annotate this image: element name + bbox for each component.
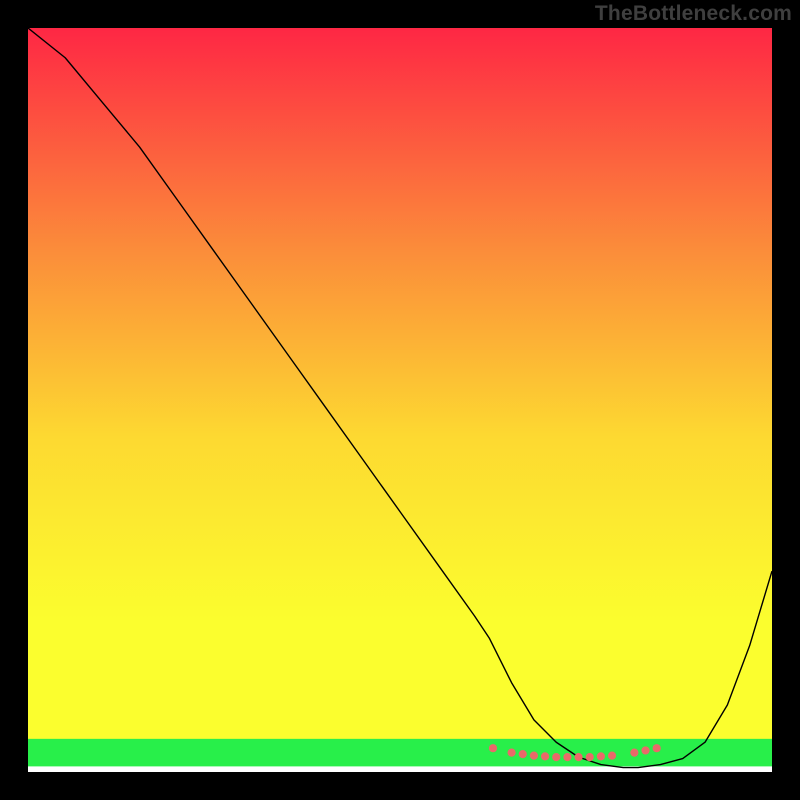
marker-point [489, 744, 497, 752]
watermark-text: TheBottleneck.com [595, 2, 792, 26]
chart-svg [28, 28, 772, 772]
chart-container: TheBottleneck.com [0, 0, 800, 800]
plot-area [28, 28, 772, 772]
marker-point [508, 749, 516, 757]
marker-point [653, 744, 661, 752]
marker-point [630, 749, 638, 757]
marker-point [586, 753, 594, 761]
marker-point [552, 753, 560, 761]
marker-point [541, 752, 549, 760]
marker-point [563, 753, 571, 761]
marker-point [574, 753, 582, 761]
marker-point [597, 752, 605, 760]
marker-point [519, 750, 527, 758]
marker-point [530, 752, 538, 760]
plot-background [28, 28, 772, 772]
marker-point [641, 746, 649, 754]
marker-point [608, 752, 616, 760]
